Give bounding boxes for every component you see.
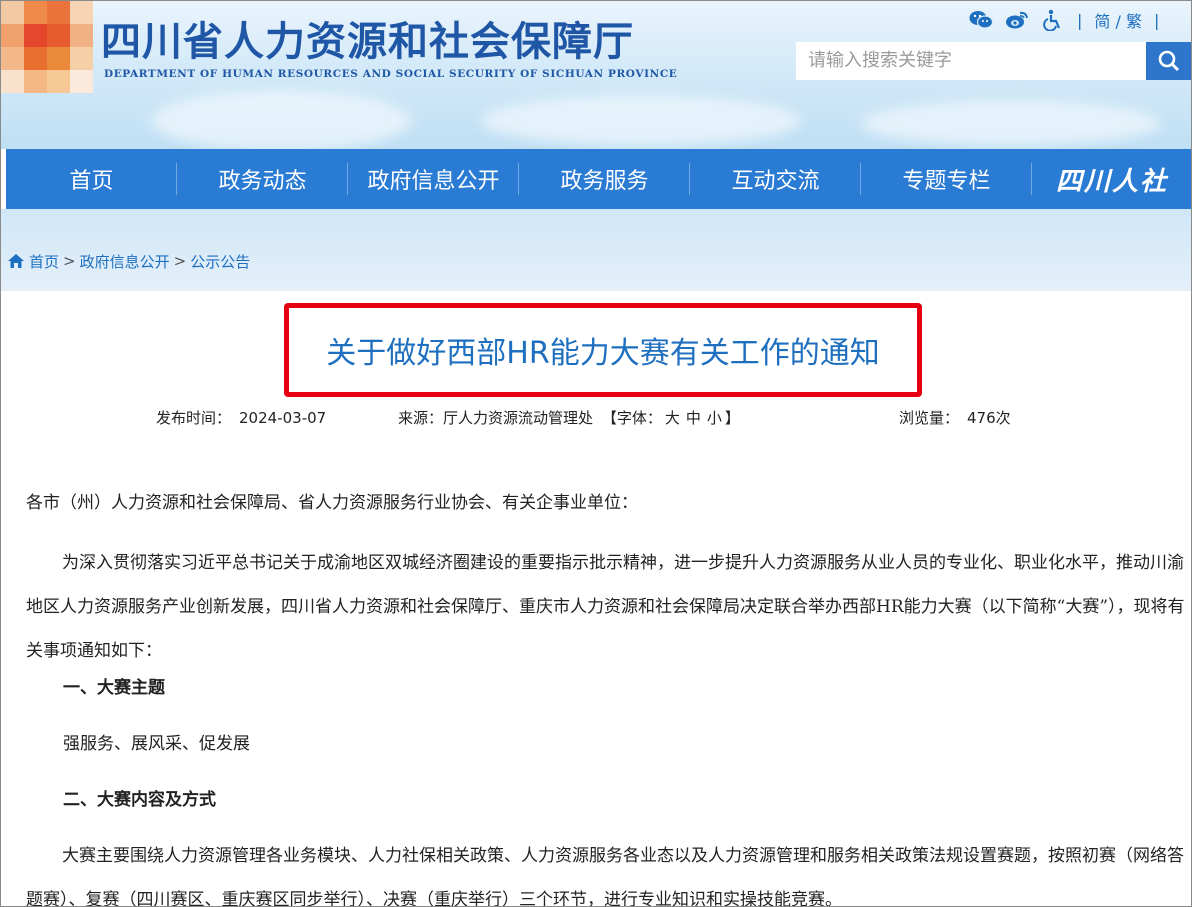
nav-item-news[interactable]: 政务动态 — [177, 149, 348, 209]
content-paragraph: 大赛主要围绕人力资源管理各业务模块、人力社保相关政策、人力资源服务各业态以及人力… — [26, 846, 1184, 907]
browser-page: 四川省人力资源和社会保障厅 DEPARTMENT OF HUMAN RESOUR… — [0, 0, 1192, 907]
breadcrumb-link-announcements[interactable]: 公示公告 — [190, 251, 250, 272]
source-label: 来源： — [398, 409, 444, 427]
nav-brand-logo[interactable]: 四川人社 — [1032, 149, 1191, 209]
publish-label: 发布时间： — [156, 409, 232, 427]
search-input[interactable]: 请输入搜索关键字 — [796, 42, 1146, 80]
font-size-label: 【字体： — [601, 409, 662, 427]
header-cloud — [861, 101, 1161, 146]
main-nav: 首页 政务动态 政府信息公开 政务服务 互动交流 专题专栏 四川人社 — [6, 149, 1191, 209]
article-title-highlight: 关于做好西部HR能力大赛有关工作的通知 — [284, 303, 922, 397]
site-logo[interactable] — [1, 1, 93, 93]
search-button[interactable] — [1146, 42, 1191, 80]
nav-item-info-disclosure[interactable]: 政府信息公开 — [348, 149, 519, 209]
source-meta: 来源：厅人力资源流动管理处 【字体：大中小】 — [398, 407, 740, 428]
breadcrumb-separator: > — [173, 252, 187, 270]
font-size-large[interactable]: 大 — [665, 409, 680, 427]
nav-item-home[interactable]: 首页 — [6, 149, 177, 209]
font-size-medium[interactable]: 中 — [686, 409, 701, 427]
views-count: 476次 — [967, 409, 1011, 427]
section-heading-content: 二、大赛内容及方式 — [63, 790, 216, 810]
breadcrumb-link-home[interactable]: 首页 — [29, 251, 59, 272]
breadcrumb: 首页 > 政府信息公开 > 公示公告 — [7, 251, 250, 271]
breadcrumb-band — [1, 209, 1191, 291]
nav-item-services[interactable]: 政务服务 — [519, 149, 690, 209]
breadcrumb-separator: > — [63, 252, 76, 270]
home-icon[interactable] — [7, 253, 25, 269]
salutation-paragraph: 各市（州）人力资源和社会保障局、省人力资源服务行业协会、有关企事业单位： — [26, 493, 638, 513]
site-subtitle: DEPARTMENT OF HUMAN RESOURCES AND SOCIAL… — [104, 68, 678, 80]
top-tools: | 简 / 繁 | — [969, 9, 1159, 31]
font-size-small[interactable]: 小 — [707, 409, 722, 427]
site-title: 四川省人力资源和社会保障厅 — [101, 18, 634, 65]
breadcrumb-link-info-disclosure[interactable]: 政府信息公开 — [80, 251, 170, 272]
theme-paragraph: 强服务、展风采、促发展 — [63, 734, 250, 754]
search-icon — [1158, 50, 1180, 72]
nav-item-interaction[interactable]: 互动交流 — [690, 149, 861, 209]
weibo-icon[interactable] — [1005, 9, 1029, 31]
intro-paragraph: 为深入贯彻落实习近平总书记关于成渝地区双城经济圈建设的重要指示批示精神，进一步提… — [26, 553, 1185, 661]
publish-date: 2024-03-07 — [239, 409, 327, 427]
wechat-icon[interactable] — [969, 9, 993, 31]
accessibility-icon[interactable] — [1041, 9, 1065, 31]
site-header: 四川省人力资源和社会保障厅 DEPARTMENT OF HUMAN RESOUR… — [1, 1, 1191, 149]
font-size-close: 】 — [724, 409, 740, 427]
header-cloud — [481, 96, 801, 146]
article-title: 关于做好西部HR能力大赛有关工作的通知 — [326, 336, 880, 371]
section-heading-theme: 一、大赛主题 — [63, 678, 165, 698]
tool-separator: | — [1077, 10, 1083, 30]
tool-separator: | — [1153, 10, 1160, 30]
views-label: 浏览量： — [899, 409, 960, 427]
header-cloud — [151, 91, 411, 149]
language-switch[interactable]: 简 / 繁 — [1094, 8, 1142, 32]
views-meta: 浏览量： 476次 — [899, 407, 1011, 428]
publish-date-meta: 发布时间： 2024-03-07 — [156, 407, 326, 428]
source-value: 厅人力资源流动管理处 — [443, 409, 594, 427]
nav-item-topics[interactable]: 专题专栏 — [861, 149, 1032, 209]
